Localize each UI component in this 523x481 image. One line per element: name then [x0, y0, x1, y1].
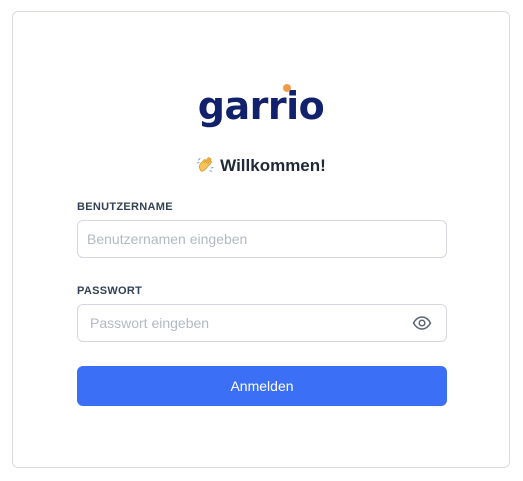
password-field-container[interactable] [77, 304, 447, 342]
password-label: PASSWORT [77, 285, 143, 297]
welcome-heading: Willkommen! [13, 154, 509, 178]
password-input[interactable] [90, 305, 410, 341]
username-label: BENUTZERNAME [77, 201, 173, 213]
login-card: garrio Willkommen! BENUTZERNAME PASSWORT… [12, 11, 510, 468]
username-field-container[interactable] [77, 220, 447, 258]
login-button[interactable]: Anmelden [77, 366, 447, 406]
username-input[interactable] [87, 221, 407, 257]
logo-wordmark: garrio [197, 84, 325, 128]
welcome-text: Willkommen! [220, 156, 326, 175]
eye-icon[interactable] [412, 314, 432, 332]
waving-hand-icon [197, 157, 214, 172]
brand-logo: garrio [13, 84, 509, 132]
